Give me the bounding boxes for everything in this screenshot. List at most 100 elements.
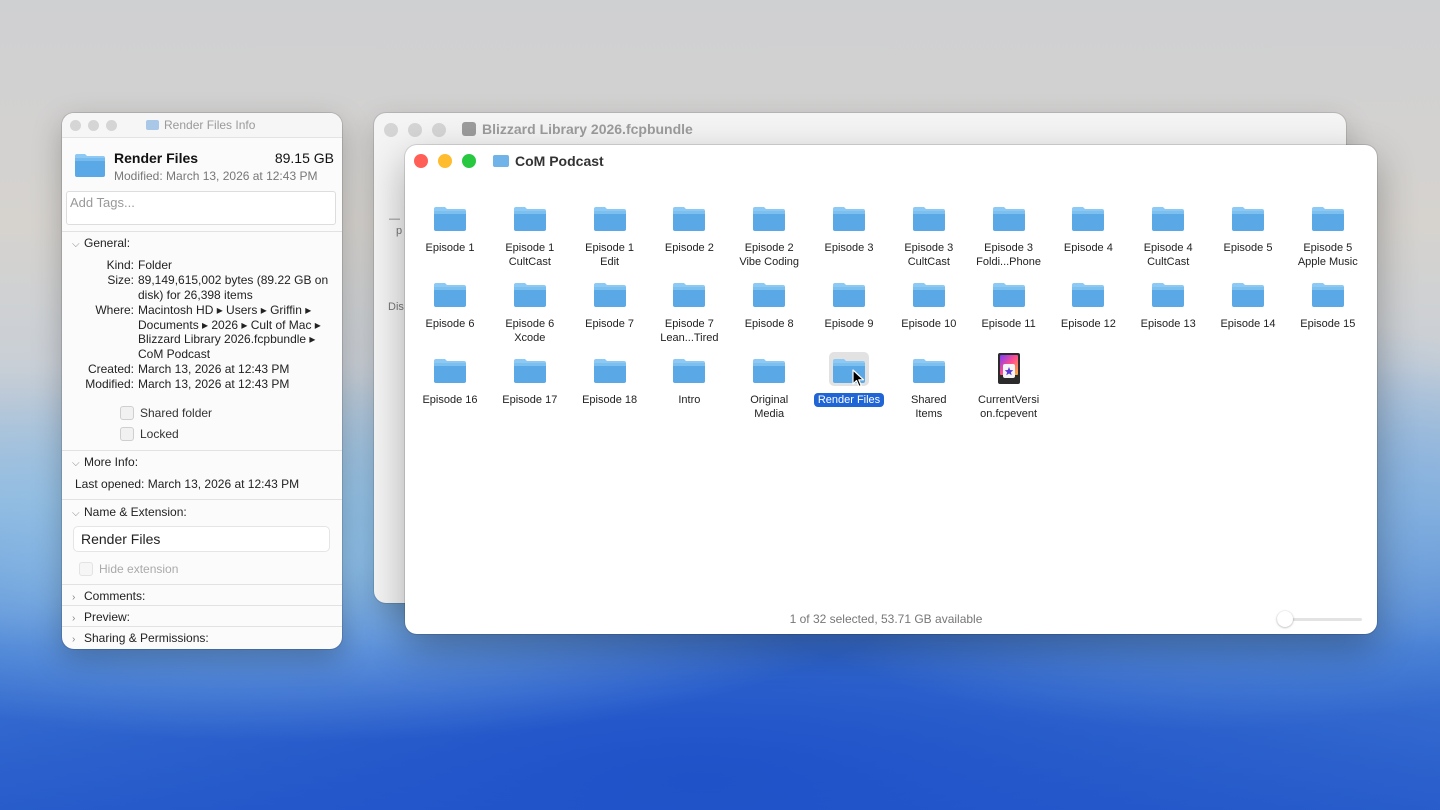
grid-item[interactable]: Episode 13 (1128, 276, 1208, 348)
folder-icon (753, 207, 786, 231)
folder-icon (1232, 207, 1264, 231)
close-button[interactable] (384, 123, 398, 137)
name-extension-section: ⌵ Name & Extension: (62, 505, 342, 519)
checkbox-box (79, 562, 93, 576)
size-row: Size: 89,149,615,002 bytes (89.22 GB on … (107, 273, 329, 302)
hide-extension-checkbox[interactable]: Hide extension (79, 562, 178, 576)
grid-item-selected[interactable]: Render Files (809, 352, 889, 424)
close-button[interactable] (70, 120, 81, 131)
grid-item[interactable]: Episode 8 (729, 276, 809, 348)
tags-input[interactable] (66, 191, 336, 225)
sharing-header[interactable]: › Sharing & Permissions: (62, 631, 342, 645)
folder-icon (1152, 207, 1185, 231)
folder-icon (513, 359, 546, 383)
icon-wrap (1148, 200, 1188, 234)
preview-header[interactable]: › Preview: (62, 610, 342, 624)
icon-wrap (669, 352, 709, 386)
grid-item[interactable]: Episode 1 Edit (570, 200, 650, 272)
bundle-icon (462, 122, 476, 136)
grid-item[interactable]: Episode 3 Foldi...Phone (969, 200, 1049, 272)
icon-wrap (430, 200, 470, 234)
more-info-header[interactable]: ⌵ More Info: (62, 455, 342, 469)
name-extension-header[interactable]: ⌵ Name & Extension: (62, 505, 342, 519)
icon-wrap (909, 200, 949, 234)
label-line-1: Episode 3 (984, 242, 1034, 254)
folder-icon (493, 155, 509, 167)
grid-item[interactable]: Episode 14 (1208, 276, 1288, 348)
grid-item-label: Episode 12 (1048, 317, 1128, 331)
grid-item[interactable]: Intro (649, 352, 729, 424)
comments-header[interactable]: › Comments: (62, 589, 342, 603)
grid-item[interactable]: Episode 7 Lean...Tired (649, 276, 729, 348)
grid-item[interactable]: Episode 18 (570, 352, 650, 424)
grid-item[interactable]: Episode 6 (410, 276, 490, 348)
grid-item-label: Episode 1 (410, 241, 490, 255)
folder-icon (513, 283, 546, 307)
more-info-section: ⌵ More Info: (62, 455, 342, 469)
grid-item[interactable]: Episode 1 (410, 200, 490, 272)
icon-size-slider[interactable] (1277, 611, 1362, 627)
grid-item[interactable]: Episode 11 (969, 276, 1049, 348)
grid-item[interactable]: Episode 1 CultCast (490, 200, 570, 272)
grid-item[interactable]: Episode 7 (570, 276, 650, 348)
general-header[interactable]: ⌵ General: (62, 236, 342, 250)
grid-item[interactable]: Episode 15 (1288, 276, 1368, 348)
label-line-2: Apple Music (1297, 256, 1358, 268)
folder-icon (833, 283, 865, 307)
grid-item-label: Episode 16 (410, 393, 490, 407)
grid-item[interactable]: Episode 5 (1208, 200, 1288, 272)
chevron-down-icon: ⌵ (72, 508, 80, 519)
icon-wrap (510, 276, 550, 310)
grid-item[interactable]: Episode 5 Apple Music (1288, 200, 1368, 272)
grid-item[interactable]: Episode 12 (1048, 276, 1128, 348)
finder-window[interactable]: CoM Podcast Episode 1 Episode 1 CultCast Ep… (405, 145, 1377, 634)
close-button[interactable] (414, 154, 428, 168)
folder-icon (1152, 283, 1185, 307)
grid-item[interactable]: Episode 6 Xcode (490, 276, 570, 348)
label-line-1: Episode 15 (1300, 318, 1356, 330)
label-line-1: Intro (678, 394, 701, 406)
label-line-1: Episode 5 (1303, 242, 1353, 254)
folder-icon (992, 283, 1025, 307)
grid-item[interactable]: Episode 17 (490, 352, 570, 424)
grid-item[interactable]: Episode 2 Vibe Coding (729, 200, 809, 272)
minimize-button[interactable] (438, 154, 452, 168)
chevron-right-icon: › (72, 592, 76, 603)
grid-item-label: Episode 15 (1288, 317, 1368, 331)
grid-item[interactable]: Original Media (729, 352, 809, 424)
grid-item[interactable]: Episode 4 CultCast (1128, 200, 1208, 272)
shared-folder-checkbox[interactable]: Shared folder (120, 406, 212, 420)
label-line-2: Xcode (514, 332, 546, 344)
grid-item[interactable]: CurrentVersi on.fcpevent (969, 352, 1049, 424)
zoom-button[interactable] (106, 120, 117, 131)
locked-checkbox[interactable]: Locked (120, 427, 179, 441)
folder-icon (434, 359, 466, 383)
grid-item-label: Episode 6 (410, 317, 490, 331)
chevron-right-icon: › (72, 634, 76, 645)
grid-item-label: Episode 13 (1128, 317, 1208, 331)
grid-item[interactable]: Episode 3 CultCast (889, 200, 969, 272)
divider (62, 499, 342, 500)
label-line-1: Episode 5 (1223, 242, 1273, 254)
grid-item[interactable]: Episode 9 (809, 276, 889, 348)
grid-item[interactable]: Episode 16 (410, 352, 490, 424)
minimize-button[interactable] (408, 123, 422, 137)
zoom-button[interactable] (432, 123, 446, 137)
grid-item-label: Intro (649, 393, 729, 407)
grid-item[interactable]: Episode 3 (809, 200, 889, 272)
grid-item[interactable]: Episode 2 (649, 200, 729, 272)
grid-item[interactable]: Shared Items (889, 352, 969, 424)
grid-item-label: Episode 3 CultCast (889, 241, 969, 269)
icon-wrap (829, 276, 869, 310)
grid-item[interactable]: Episode 4 (1048, 200, 1128, 272)
zoom-button[interactable] (462, 154, 476, 168)
chevron-right-icon: › (72, 613, 76, 624)
minimize-button[interactable] (88, 120, 99, 131)
last-opened: Last opened: March 13, 2026 at 12:43 PM (75, 477, 300, 491)
folder-icon (593, 207, 626, 231)
icon-wrap (989, 352, 1029, 386)
label-line-2: Media (754, 408, 785, 420)
divider (62, 450, 342, 451)
name-field[interactable]: Render Files (73, 526, 330, 552)
grid-item[interactable]: Episode 10 (889, 276, 969, 348)
